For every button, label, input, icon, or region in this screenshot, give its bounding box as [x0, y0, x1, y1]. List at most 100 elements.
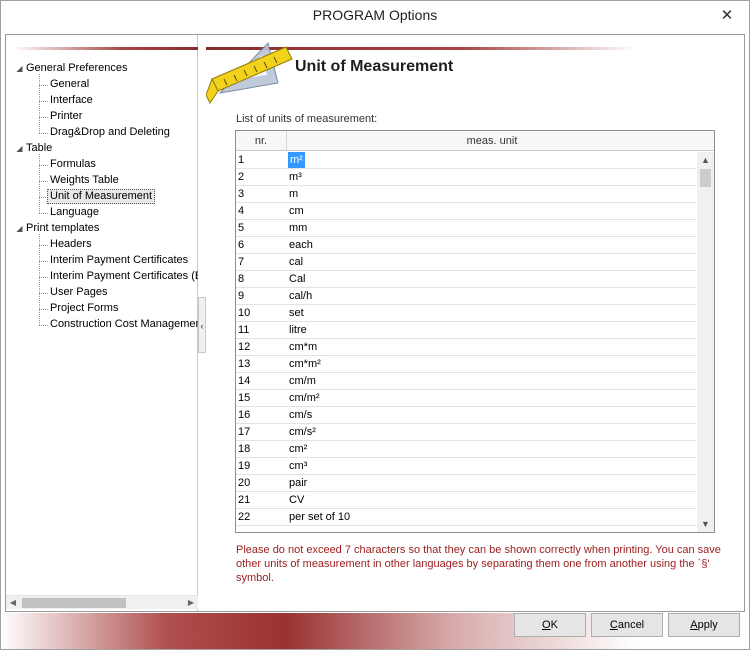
meas-unit-cell[interactable]: m³: [288, 169, 302, 185]
row-number-cell: 22: [238, 511, 251, 523]
scrollbar-thumb[interactable]: [22, 598, 126, 608]
tree-node-label: General Preferences: [26, 62, 128, 74]
tree-group-node[interactable]: ◢ General Preferences: [6, 61, 198, 76]
table-row[interactable]: 8 Cal: [236, 271, 696, 288]
meas-unit-cell[interactable]: m: [288, 186, 298, 202]
table-row[interactable]: 6 each: [236, 237, 696, 254]
cancel-button[interactable]: Cancel: [591, 613, 663, 637]
tree-connector: [39, 325, 48, 326]
tree-item-label: Drag&Drop and Deleting: [50, 126, 170, 138]
table-row[interactable]: 20 pair: [236, 475, 696, 492]
tree-item[interactable]: Formulas: [6, 157, 198, 172]
tree-expand-icon[interactable]: ◢: [15, 61, 24, 76]
scroll-left-icon[interactable]: ◀: [6, 596, 20, 610]
row-number-cell: 14: [238, 375, 251, 387]
tree-item[interactable]: Project Forms: [6, 301, 198, 316]
tree-item[interactable]: Weights Table: [6, 173, 198, 188]
tree-item[interactable]: Construction Cost Managemen: [6, 317, 198, 332]
scroll-up-icon[interactable]: ▲: [697, 152, 714, 168]
title-bar[interactable]: PROGRAM Options ✕: [1, 1, 749, 32]
table-row[interactable]: 1 m²: [236, 152, 696, 169]
table-row[interactable]: 12 cm*m: [236, 339, 696, 356]
table-row[interactable]: 17 cm/s²: [236, 424, 696, 441]
meas-unit-cell[interactable]: cm*m²: [288, 356, 321, 372]
column-header-meas-unit[interactable]: meas. unit: [288, 131, 696, 151]
table-row[interactable]: 14 cm/m: [236, 373, 696, 390]
table-row[interactable]: 21 CV: [236, 492, 696, 509]
tree-item-label: Interim Payment Certificates: [50, 254, 189, 266]
table-row[interactable]: 16 cm/s: [236, 407, 696, 424]
column-header-nr[interactable]: nr.: [236, 131, 287, 151]
bottom-button-bar: OK Cancel Apply: [1, 613, 749, 649]
table-row[interactable]: 9 cal/h: [236, 288, 696, 305]
meas-unit-cell[interactable]: cm/s²: [288, 424, 316, 440]
table-row[interactable]: 2 m³: [236, 169, 696, 186]
table-row[interactable]: 5 mm: [236, 220, 696, 237]
tree-item[interactable]: Drag&Drop and Deleting: [6, 125, 198, 140]
splitter-collapse-button[interactable]: ‹: [198, 297, 206, 353]
table-row[interactable]: 4 cm: [236, 203, 696, 220]
meas-unit-cell[interactable]: cm³: [288, 458, 307, 474]
tree-group-node[interactable]: ◢ Print templates: [6, 221, 198, 236]
tree-item[interactable]: Printer: [6, 109, 198, 124]
units-grid[interactable]: nr. meas. unit 1 m² 2 m³ 3 m 4 cm 5 mm 6 each 7 cal 8 C…: [235, 130, 715, 533]
meas-unit-cell[interactable]: cal/h: [288, 288, 312, 304]
apply-button[interactable]: Apply: [668, 613, 740, 637]
tree-item[interactable]: Unit of Measurement: [6, 189, 198, 204]
table-row[interactable]: 7 cal: [236, 254, 696, 271]
tree-expand-icon[interactable]: ◢: [15, 141, 24, 156]
ok-button[interactable]: OK: [514, 613, 586, 637]
settings-tree[interactable]: ◢ General Preferences General Interface Prin…: [6, 61, 198, 591]
settings-tree-panel: ◢ General Preferences General Interface Prin…: [6, 35, 198, 611]
apply-button-label: pply: [697, 619, 718, 631]
table-row[interactable]: 19 cm³: [236, 458, 696, 475]
meas-unit-cell[interactable]: cal: [288, 254, 303, 270]
tree-item[interactable]: Interim Payment Certificates (E: [6, 269, 198, 284]
grid-vertical-scrollbar[interactable]: ▲ ▼: [697, 152, 714, 532]
close-button[interactable]: ✕: [715, 5, 739, 27]
tree-item[interactable]: Interim Payment Certificates: [6, 253, 198, 268]
tree-expand-icon[interactable]: ◢: [15, 221, 24, 236]
table-row[interactable]: 15 cm/m²: [236, 390, 696, 407]
scroll-down-icon[interactable]: ▼: [697, 516, 714, 532]
table-row[interactable]: 13 cm*m²: [236, 356, 696, 373]
meas-unit-cell[interactable]: pair: [288, 475, 307, 491]
row-number-cell: 7: [238, 256, 245, 268]
tree-item[interactable]: Interface: [6, 93, 198, 108]
table-row[interactable]: 3m: [236, 186, 696, 203]
tree-item[interactable]: User Pages: [6, 285, 198, 300]
tree-item[interactable]: Headers: [6, 237, 198, 252]
tree-item-label: Project Forms: [50, 302, 119, 314]
grid-body: 1 m² 2 m³ 3 m 4 cm 5 mm 6 each 7 cal 8 Cal 9 cal/h 10 set 11…: [236, 152, 696, 532]
tree-connector: [39, 277, 48, 278]
meas-unit-cell[interactable]: set: [288, 305, 304, 321]
meas-unit-cell[interactable]: cm/m²: [288, 390, 320, 406]
tree-group-node[interactable]: ◢ Table: [6, 141, 198, 156]
meas-unit-cell[interactable]: mm: [288, 220, 307, 236]
table-row[interactable]: 10 set: [236, 305, 696, 322]
meas-unit-cell[interactable]: CV: [288, 492, 304, 508]
meas-unit-cell[interactable]: cm*m: [288, 339, 317, 355]
meas-unit-cell[interactable]: cm: [288, 203, 304, 219]
meas-unit-cell[interactable]: cm²: [288, 441, 307, 457]
meas-unit-cell[interactable]: Cal: [288, 271, 306, 287]
tree-item[interactable]: Language: [6, 205, 198, 220]
table-row[interactable]: 18 cm²: [236, 441, 696, 458]
table-row[interactable]: 11 litre: [236, 322, 696, 339]
scroll-right-icon[interactable]: ▶: [184, 596, 198, 610]
scrollbar-thumb[interactable]: [700, 169, 711, 187]
row-number-cell: 4: [238, 205, 245, 217]
tree-item-label: Language: [50, 206, 99, 218]
meas-unit-cell[interactable]: litre: [288, 322, 307, 338]
meas-unit-cell[interactable]: each: [288, 237, 313, 253]
meas-unit-cell[interactable]: cm/s: [288, 407, 312, 423]
meas-unit-cell[interactable]: per set of 10: [288, 509, 350, 525]
tree-horizontal-scrollbar[interactable]: ◀ ▶: [6, 595, 198, 609]
tree-item[interactable]: General: [6, 77, 198, 92]
meas-unit-cell[interactable]: cm/m: [288, 373, 316, 389]
table-row[interactable]: 22 per set of 10: [236, 509, 696, 526]
tree-connector: [39, 293, 48, 294]
tree-connector: [39, 234, 40, 325]
meas-unit-cell-selected[interactable]: m²: [288, 152, 305, 168]
tree-accent-bar: [12, 47, 198, 50]
